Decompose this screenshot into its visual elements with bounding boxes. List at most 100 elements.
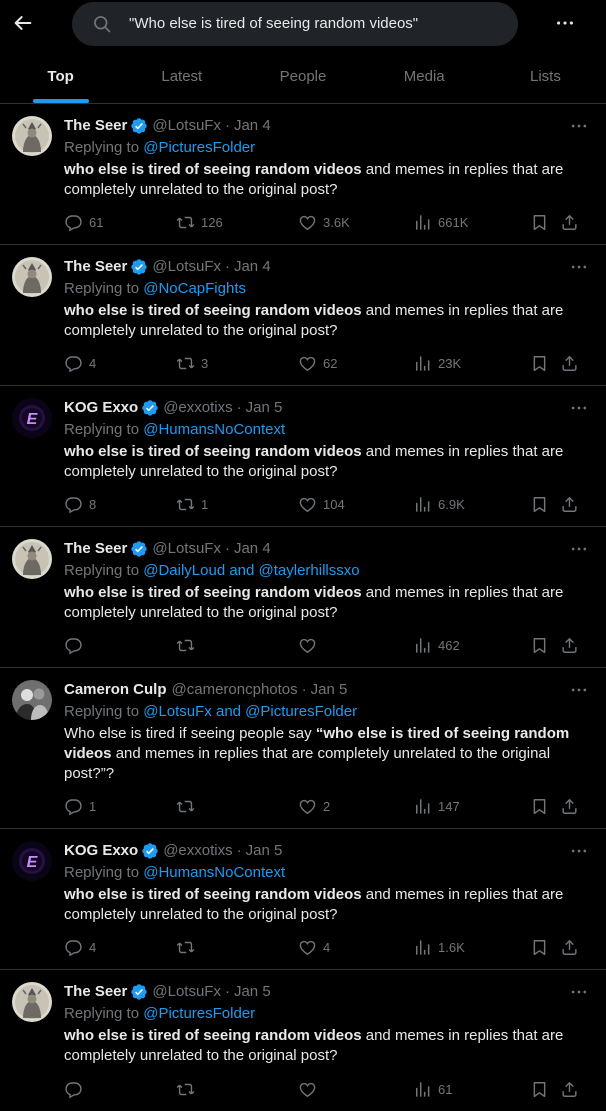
views-button[interactable]: 147	[413, 796, 460, 816]
author-name[interactable]: The Seer	[64, 257, 127, 277]
replying-to-link[interactable]: @NoCapFights	[143, 280, 246, 297]
author-handle[interactable]: @LotsuFx	[152, 539, 221, 559]
author-name[interactable]: The Seer	[64, 982, 127, 1002]
like-button[interactable]: 4	[298, 937, 330, 957]
retweet-button[interactable]	[176, 937, 201, 957]
tab-latest[interactable]: Latest	[121, 52, 242, 104]
avatar[interactable]: E	[12, 398, 52, 438]
author-name[interactable]: Cameron Culp	[64, 680, 167, 700]
like-button[interactable]: 2	[298, 796, 330, 816]
bookmark-button[interactable]	[530, 937, 549, 957]
search-bar[interactable]: "Who else is tired of seeing random vide…	[72, 2, 518, 46]
tab-lists[interactable]: Lists	[485, 52, 606, 104]
tweet-date[interactable]: Jan 5	[246, 398, 283, 418]
views-button[interactable]: 462	[413, 635, 460, 655]
tweet[interactable]: The Seer @LotsuFx · Jan 4 Replying to @P…	[0, 104, 606, 245]
like-button[interactable]: 62	[298, 353, 337, 373]
reply-button[interactable]	[64, 635, 89, 655]
author-handle[interactable]: @exxotixs	[163, 398, 232, 418]
tweet-date[interactable]: Jan 5	[246, 841, 283, 861]
reply-button[interactable]	[64, 1079, 89, 1099]
author-name[interactable]: The Seer	[64, 539, 127, 559]
tweet[interactable]: The Seer @LotsuFx · Jan 4 Replying to @D…	[0, 527, 606, 668]
bookmark-button[interactable]	[530, 1079, 549, 1099]
author-handle[interactable]: @LotsuFx	[152, 257, 221, 277]
replying-to-link[interactable]: @PicturesFolder	[143, 139, 255, 156]
more-icon[interactable]	[568, 680, 590, 700]
tweet[interactable]: The Seer @LotsuFx · Jan 4 Replying to @N…	[0, 245, 606, 386]
tweet-date[interactable]: Jan 5	[234, 982, 271, 1002]
retweet-button[interactable]	[176, 1079, 201, 1099]
views-button[interactable]: 23K	[413, 353, 461, 373]
reply-button[interactable]: 4	[64, 353, 96, 373]
tweet-date[interactable]: Jan 4	[234, 257, 271, 277]
more-icon[interactable]	[568, 982, 590, 1002]
more-icon[interactable]	[568, 116, 590, 136]
avatar[interactable]	[12, 257, 52, 297]
tweet[interactable]: Cameron Culp @cameroncphotos · Jan 5 Rep…	[0, 668, 606, 829]
avatar[interactable]	[12, 539, 52, 579]
reply-button[interactable]: 61	[64, 212, 103, 232]
tweet[interactable]: E KOG Exxo @exxotixs · Jan 5 Replying to…	[0, 829, 606, 970]
bookmark-button[interactable]	[530, 212, 549, 232]
reply-button[interactable]: 8	[64, 494, 96, 514]
avatar[interactable]	[12, 116, 52, 156]
bookmark-button[interactable]	[530, 796, 549, 816]
tab-top[interactable]: Top	[0, 52, 121, 104]
search-input[interactable]: "Who else is tired of seeing random vide…	[129, 15, 418, 32]
author-handle[interactable]: @cameroncphotos	[172, 680, 298, 700]
author-handle[interactable]: @LotsuFx	[152, 982, 221, 1002]
avatar[interactable]	[12, 982, 52, 1022]
share-button[interactable]	[560, 635, 579, 655]
views-button[interactable]: 661K	[413, 212, 468, 232]
retweet-button[interactable]: 126	[176, 212, 223, 232]
more-icon[interactable]	[568, 539, 590, 559]
author-handle[interactable]: @LotsuFx	[152, 116, 221, 136]
share-button[interactable]	[560, 796, 579, 816]
back-arrow-icon[interactable]	[10, 10, 36, 36]
like-button[interactable]	[298, 635, 323, 655]
more-icon[interactable]	[568, 257, 590, 277]
like-button[interactable]: 3.6K	[298, 212, 350, 232]
tweet-date[interactable]: Jan 4	[234, 539, 271, 559]
share-button[interactable]	[560, 212, 579, 232]
author-name[interactable]: KOG Exxo	[64, 841, 138, 861]
tab-people[interactable]: People	[242, 52, 363, 104]
tweet-date[interactable]: Jan 5	[311, 680, 348, 700]
bookmark-button[interactable]	[530, 494, 549, 514]
avatar[interactable]: E	[12, 841, 52, 881]
tweet[interactable]: The Seer @LotsuFx · Jan 5 Replying to @P…	[0, 970, 606, 1111]
replying-to-link[interactable]: @LotsuFx and @PicturesFolder	[143, 703, 357, 720]
reply-button[interactable]: 1	[64, 796, 96, 816]
like-button[interactable]: 104	[298, 494, 345, 514]
bookmark-button[interactable]	[530, 353, 549, 373]
retweet-button[interactable]: 3	[176, 353, 208, 373]
retweet-button[interactable]: 1	[176, 494, 208, 514]
avatar[interactable]	[12, 680, 52, 720]
more-icon[interactable]	[568, 841, 590, 861]
share-button[interactable]	[560, 937, 579, 957]
views-button[interactable]: 1.6K	[413, 937, 465, 957]
tab-media[interactable]: Media	[364, 52, 485, 104]
bookmark-button[interactable]	[530, 635, 549, 655]
replying-to-link[interactable]: @DailyLoud and @taylerhillssxo	[143, 562, 359, 579]
author-handle[interactable]: @exxotixs	[163, 841, 232, 861]
views-button[interactable]: 61	[413, 1079, 452, 1099]
retweet-button[interactable]	[176, 635, 201, 655]
more-icon[interactable]	[552, 12, 578, 34]
reply-button[interactable]: 4	[64, 937, 96, 957]
replying-to-link[interactable]: @HumansNoContext	[143, 421, 285, 438]
like-button[interactable]	[298, 1079, 323, 1099]
author-name[interactable]: KOG Exxo	[64, 398, 138, 418]
tweet-date[interactable]: Jan 4	[234, 116, 271, 136]
more-icon[interactable]	[568, 398, 590, 418]
share-button[interactable]	[560, 494, 579, 514]
share-button[interactable]	[560, 353, 579, 373]
share-button[interactable]	[560, 1079, 579, 1099]
views-button[interactable]: 6.9K	[413, 494, 465, 514]
retweet-button[interactable]	[176, 796, 201, 816]
tweet[interactable]: E KOG Exxo @exxotixs · Jan 5 Replying to…	[0, 386, 606, 527]
replying-to-link[interactable]: @PicturesFolder	[143, 1005, 255, 1022]
author-name[interactable]: The Seer	[64, 116, 127, 136]
replying-to-link[interactable]: @HumansNoContext	[143, 864, 285, 881]
